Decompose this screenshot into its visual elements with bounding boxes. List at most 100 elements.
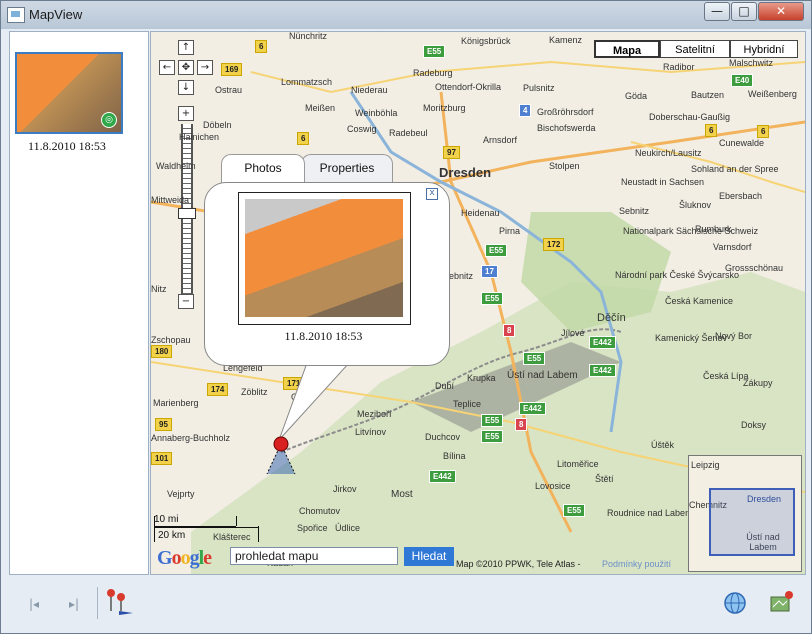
map-label: Großröhrsdorf <box>537 107 594 117</box>
map-label: Neukirch/Lausitz <box>635 148 702 158</box>
map-label: Niederau <box>351 85 388 95</box>
road-shield: 8 <box>515 418 528 431</box>
maptype-hybrid-button[interactable]: Hybridní <box>730 40 798 58</box>
map-pin-icon[interactable] <box>769 589 795 613</box>
map-label: Lovosice <box>535 481 571 491</box>
map-label: Nationalpark Sächsische Schweiz <box>623 226 759 236</box>
map-label: Sebnitz <box>619 206 650 216</box>
map-label: Šluknov <box>679 200 712 210</box>
map-label: Pulsnitz <box>523 83 555 93</box>
road-shield: 97 <box>443 146 460 159</box>
map-label: Pirna <box>499 226 521 236</box>
pan-down-icon[interactable]: ↓ <box>178 80 194 95</box>
map-label: Úštěk <box>651 440 675 450</box>
globe-icon[interactable] <box>723 591 747 615</box>
road-shield: 8 <box>503 324 516 337</box>
pan-right-icon[interactable]: → <box>197 60 213 75</box>
map-label: Kamenz <box>549 35 583 45</box>
road-shield: 95 <box>155 418 172 431</box>
photo-list-panel: ◎ 11.8.2010 18:53 <box>9 31 149 575</box>
map-label: Krupka <box>467 373 496 383</box>
road-shield: 17 <box>481 265 498 278</box>
map-label: Vejprty <box>167 489 195 499</box>
photo-location-marker-icon[interactable] <box>259 434 305 480</box>
map-label: Stolpen <box>549 161 580 171</box>
zoom-out-button[interactable]: − <box>178 294 194 309</box>
map-label: Arnsdorf <box>483 135 518 145</box>
road-shield: 4 <box>519 104 532 117</box>
road-shield: 180 <box>151 345 173 358</box>
maptype-mapa-button[interactable]: Mapa <box>594 40 660 58</box>
map-label: Dresden <box>439 165 492 180</box>
map-label: Údlice <box>335 523 361 533</box>
road-shield: E55 <box>523 352 546 365</box>
map-label: Ostrau <box>215 85 243 95</box>
map-search-input[interactable]: prohledat mapu <box>230 547 398 565</box>
pan-up-icon[interactable]: ↑ <box>178 40 194 55</box>
popup-caption: 11.8.2010 18:53 <box>284 329 363 343</box>
road-shield: E442 <box>519 402 546 415</box>
map-label: Radeburg <box>413 68 453 78</box>
map-label: Česká Kamenice <box>665 296 734 306</box>
pan-left-icon[interactable]: ← <box>159 60 175 75</box>
map-label: Döbeln <box>203 120 232 130</box>
map-label: Doksy <box>741 420 767 430</box>
overview-viewport[interactable] <box>709 488 795 556</box>
popup-photo-frame[interactable] <box>238 192 411 325</box>
map-label: Varnsdorf <box>713 242 752 252</box>
road-shield: E55 <box>481 414 504 427</box>
overview-map[interactable]: Leipzig Chemnitz Dresden Ústí nad Labem <box>688 455 802 572</box>
minimize-button[interactable]: — <box>704 2 730 21</box>
first-photo-icon[interactable]: |◂ <box>23 593 45 615</box>
pan-center-icon[interactable]: ✥ <box>178 60 194 75</box>
map-label: Ottendorf-Okrilla <box>435 82 502 92</box>
map-label: Zákupy <box>743 378 773 388</box>
road-shield: 6 <box>705 124 718 137</box>
map-search-button[interactable]: Hledat <box>404 547 454 566</box>
road-shield: E55 <box>481 292 504 305</box>
map-label: Nünchritz <box>289 31 328 41</box>
map-label: Nový Bor <box>715 331 753 341</box>
road-shield: 6 <box>297 132 310 145</box>
map-label: Mittweida <box>151 195 190 205</box>
map-label: Jílové <box>561 328 585 338</box>
tab-properties[interactable]: Properties <box>301 154 393 183</box>
map-label: Heidenau <box>461 208 500 218</box>
window-title: MapView <box>29 7 83 22</box>
map-label: Chomutov <box>299 506 341 516</box>
road-shield: 6 <box>255 40 268 53</box>
road-shield: 172 <box>543 238 565 251</box>
photo-thumbnail[interactable]: ◎ <box>15 52 123 134</box>
map-label: Roudnice nad Labem <box>607 508 693 518</box>
road-shield: 6 <box>757 125 770 138</box>
map-label: Litoměřice <box>557 459 599 469</box>
map-label: Sohland an der Spree <box>691 164 779 174</box>
zoom-slider-thumb[interactable] <box>178 208 196 219</box>
scale-km-label: 20 km <box>158 530 186 541</box>
road-shield: E55 <box>563 504 586 517</box>
last-photo-icon[interactable]: ▸| <box>63 593 85 615</box>
map-label: Waldheim <box>156 161 196 171</box>
map-label: Bischofswerda <box>537 123 596 133</box>
popup-close-icon[interactable]: x <box>426 188 438 200</box>
road-shield: E40 <box>731 74 754 87</box>
map-label: Annaberg-Buchholz <box>151 433 231 443</box>
scale-miles-label: 10 mi <box>154 514 179 525</box>
close-button[interactable]: ✕ <box>758 2 804 21</box>
title-bar: MapView — □ ✕ <box>1 1 811 29</box>
road-shield: 174 <box>207 383 229 396</box>
map-label: Spořice <box>297 523 328 533</box>
terms-link[interactable]: Podmínky použití <box>602 559 671 569</box>
map-label: Grossschönau <box>725 263 784 273</box>
tab-photos[interactable]: Photos <box>221 154 305 183</box>
zoom-in-button[interactable]: + <box>178 106 194 121</box>
route-pins-icon[interactable] <box>105 587 135 617</box>
maptype-satellite-button[interactable]: Satelitní <box>660 40 730 58</box>
map-view[interactable]: Mapa Satelitní Hybridní ↑ ← ✥ → ↓ + − Kö… <box>150 31 806 575</box>
mapview-window: MapView — □ ✕ ◎ 11.8.2010 18:53 Mapa Sat… <box>0 0 812 634</box>
map-label: Národní park České Švýcarsko <box>615 270 740 280</box>
map-label: Štětí <box>595 474 614 484</box>
maximize-button[interactable]: □ <box>731 2 757 21</box>
map-label: Lommatzsch <box>281 77 333 87</box>
map-label: Dubí <box>435 381 455 391</box>
